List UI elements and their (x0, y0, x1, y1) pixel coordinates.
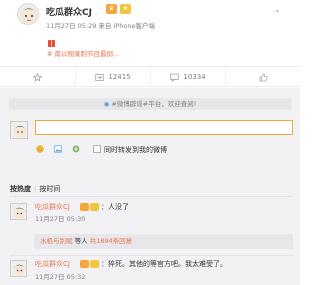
comment-time[interactable]: 11月27日 05:30 (35, 213, 85, 223)
image-icon[interactable] (54, 145, 62, 153)
sort-time-tab[interactable]: 按时间 (39, 185, 60, 193)
topic-notice[interactable]: ◉ #微博辟谣#平台，欢迎查阅! (9, 98, 291, 110)
reply-count[interactable]: 共1894条回复 (90, 237, 133, 245)
comment-count: 10334 (183, 73, 206, 81)
commenter-avatar[interactable] (10, 203, 27, 220)
like-button[interactable] (225, 67, 300, 87)
reply-summary[interactable]: 水机与别赋 等人 共1894条回复 (34, 234, 293, 249)
author-name[interactable]: 吃瓜群众CJ (46, 5, 92, 18)
comment-panel: ◉ #微博辟谣#平台，欢迎查阅! # 同时转发到我的微博 按热度 | 按时间 吃瓜群众… (0, 88, 300, 285)
promo-text[interactable]: ✲ 南以翔录制节目最倒... (47, 48, 119, 58)
comment-time[interactable]: 11月27日 05:32 (35, 271, 85, 281)
post-source[interactable]: iPhone客户端 (114, 22, 155, 30)
topic-text: #微博辟谣#平台，欢迎查阅! (111, 100, 197, 108)
medal-icon[interactable]: ★ (120, 4, 131, 14)
thumbs-up-icon (259, 73, 268, 81)
commenter-avatar[interactable] (10, 260, 27, 277)
source-prefix: 来自 (98, 22, 112, 30)
post-date[interactable]: 11月27日 05:29 (46, 22, 96, 30)
action-bar: 12415 10334 (0, 66, 300, 89)
svg-text:#: # (74, 147, 78, 153)
repost-icon (95, 73, 104, 81)
comment-text: ：人没了 (101, 203, 129, 211)
post-header: 吃瓜群众CJ ♛ ★ 11月27日 05:29 来自 iPhone客户端 ⌄ ✲… (0, 0, 300, 66)
gift-icon (48, 40, 55, 47)
reply-users[interactable]: 水机与别赋 (40, 237, 73, 245)
post-meta: 11月27日 05:29 来自 iPhone客户端 (46, 20, 155, 30)
sort-separator: | (34, 185, 37, 193)
comment-button[interactable]: 10334 (150, 67, 225, 89)
topic-icon[interactable]: # (72, 145, 80, 153)
author-avatar[interactable] (17, 3, 39, 25)
my-avatar[interactable] (10, 121, 28, 139)
repost-count: 12415 (108, 73, 131, 81)
commenter-name[interactable]: 吃瓜群众CJ (35, 202, 70, 212)
chevron-down-icon[interactable]: ⌄ (274, 6, 282, 14)
repost-button[interactable]: 12415 (75, 67, 150, 87)
sort-bar: 按热度 | 按时间 (10, 184, 60, 194)
repost-checkbox[interactable] (93, 145, 101, 153)
info-icon: ◉ (103, 100, 110, 108)
sort-hot-tab[interactable]: 按热度 (10, 185, 31, 193)
repost-label[interactable]: 同时转发到我的微博 (104, 145, 167, 155)
divider (10, 196, 293, 197)
commenter-name[interactable]: 吃瓜群众CJ (35, 259, 70, 269)
comment-icon (170, 73, 179, 82)
vip-crown-icon[interactable] (80, 260, 89, 268)
favorite-button[interactable] (0, 67, 75, 87)
star-icon (33, 72, 42, 82)
reply-middle: 等人 (72, 237, 90, 245)
divider (10, 255, 293, 256)
vip-crown-icon[interactable] (80, 203, 89, 211)
emoji-icon[interactable] (36, 145, 44, 153)
medal-icon[interactable] (90, 260, 99, 268)
comment-text: ：猝死。其他的等官方吧。我太难受了。 (101, 260, 227, 268)
comment-input[interactable] (35, 120, 293, 135)
vip-crown-icon[interactable]: ♛ (106, 4, 117, 14)
medal-icon[interactable] (90, 203, 99, 211)
